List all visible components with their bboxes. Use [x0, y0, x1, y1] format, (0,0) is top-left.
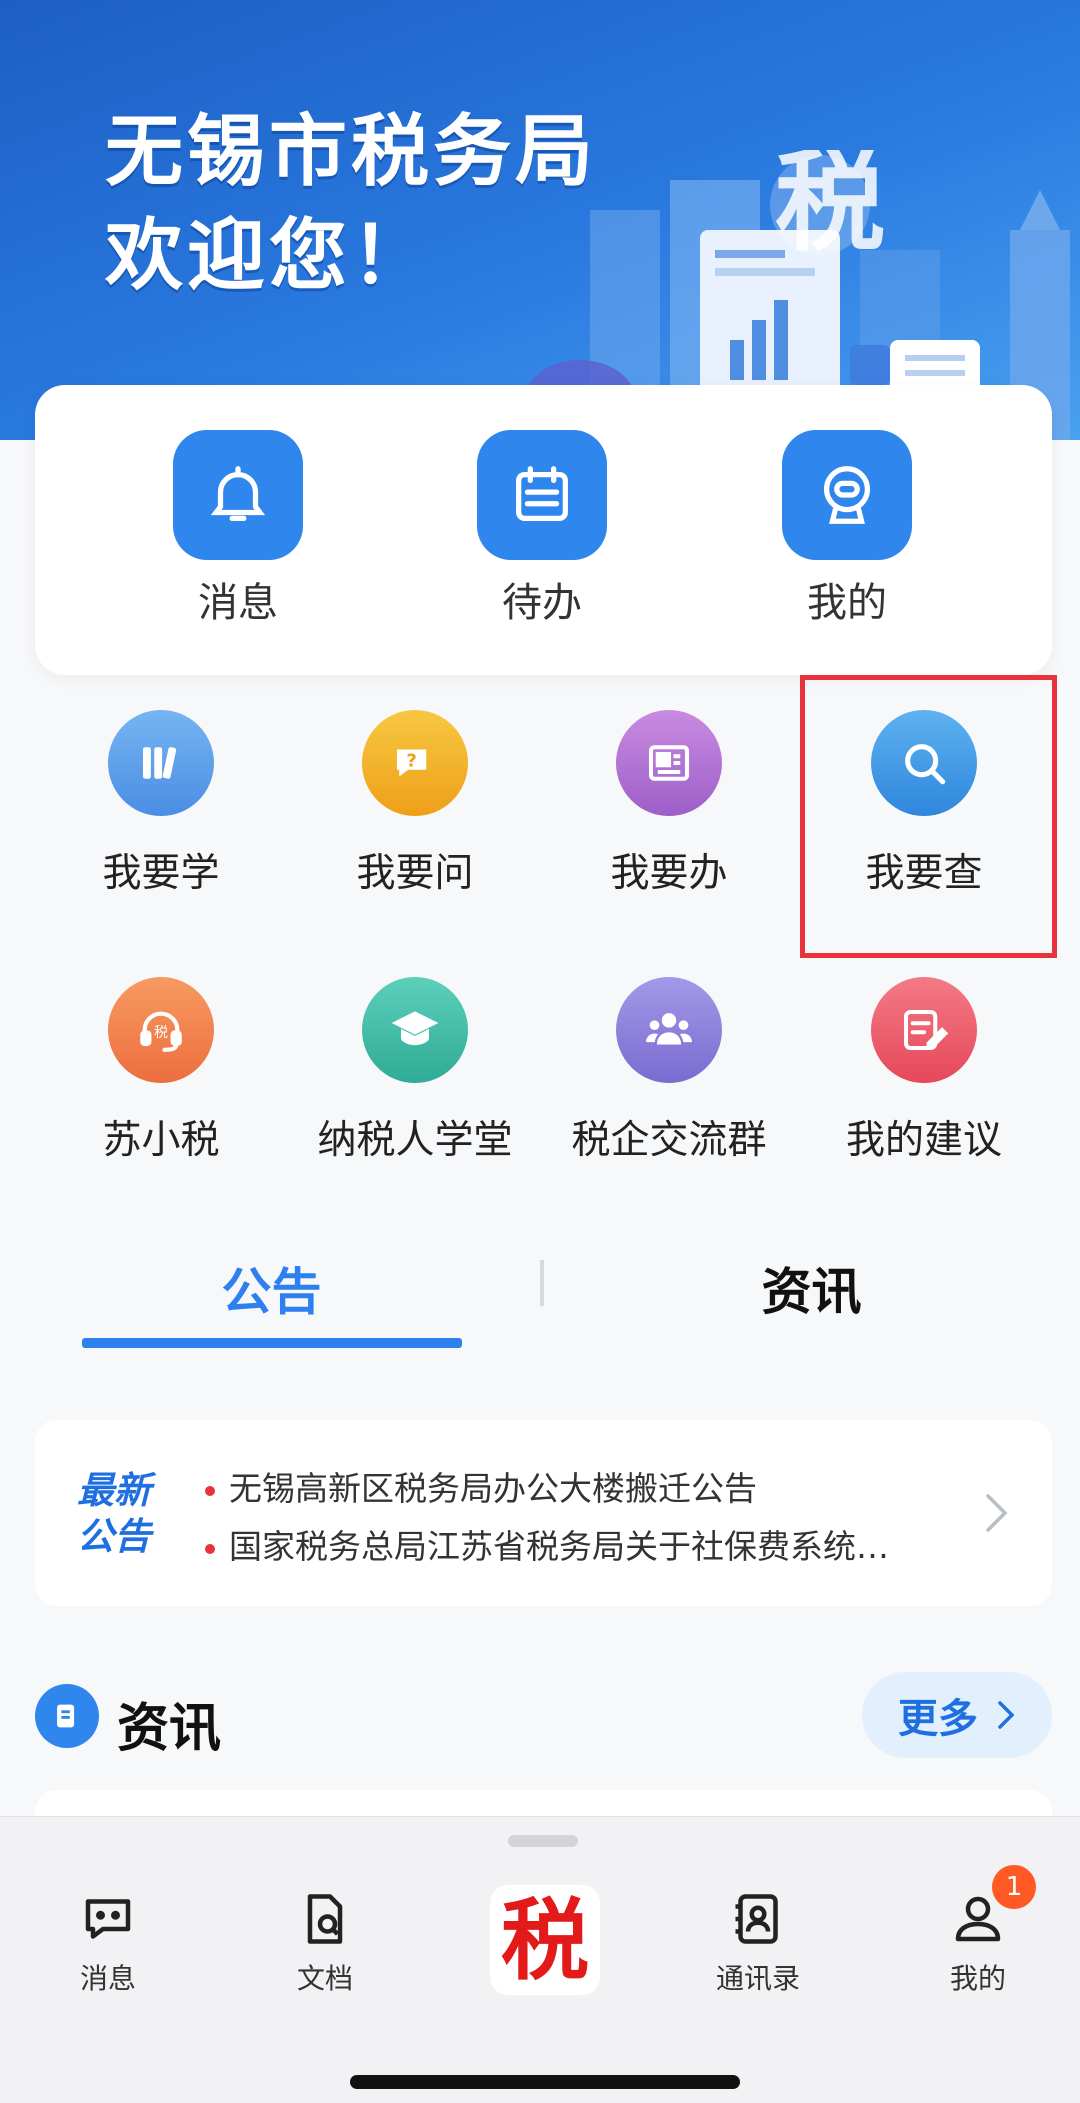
grid-exchange-group[interactable]: 税企交流群	[542, 977, 796, 1165]
notice-item[interactable]: 国家税务总局江苏省税务局关于社保费系统…	[205, 1520, 965, 1568]
notice-badge-line1: 最新	[77, 1469, 151, 1512]
tax-logo-home-button[interactable]: 税	[490, 1885, 600, 1995]
grid-label: 苏小税	[102, 1118, 220, 1163]
books-icon	[108, 710, 214, 816]
grid-label: 我的建议	[845, 1118, 1002, 1163]
more-button-label: 更多	[898, 1696, 978, 1742]
graduation-cap-icon	[362, 977, 468, 1083]
highlight-box	[800, 675, 1057, 958]
shortcut-todo[interactable]: 待办	[442, 430, 642, 628]
group-icon	[616, 977, 722, 1083]
chevron-right-icon	[986, 1494, 1008, 1532]
bell-icon	[173, 430, 303, 560]
grid-label: 纳税人学堂	[317, 1118, 513, 1163]
grid-label: 我要问	[356, 851, 474, 896]
bullet-dot	[205, 1543, 215, 1554]
grid-label: 我要办	[610, 851, 728, 896]
tab-announcements[interactable]: 公告	[0, 1252, 543, 1324]
content-tabs: 公告 资讯	[0, 1240, 1080, 1350]
news-section-header: 资讯 更多	[35, 1672, 1052, 1762]
more-button[interactable]: 更多	[862, 1672, 1052, 1758]
chevron-right-icon	[998, 1701, 1015, 1729]
bottom-tab-bar: 消息 文档 税 通讯录 1 我的	[0, 1816, 1080, 2103]
calendar-icon	[477, 430, 607, 560]
edit-note-icon	[871, 977, 977, 1083]
notice-badge-line2: 公告	[77, 1515, 151, 1558]
tab-news[interactable]: 资讯	[543, 1252, 1080, 1324]
tax-logo-glyph: 税	[500, 1888, 589, 1992]
home-indicator[interactable]	[350, 2075, 740, 2089]
news-icon	[35, 1684, 99, 1748]
grid-taxpayer-school[interactable]: 纳税人学堂	[288, 977, 542, 1165]
grid-label: 税企交流群	[571, 1118, 767, 1163]
grid-su-xiaoshui[interactable]: 税 苏小税	[34, 977, 288, 1165]
shortcut-label: 待办	[502, 580, 582, 626]
question-chat-icon: ?	[362, 710, 468, 816]
active-tab-indicator	[82, 1338, 462, 1348]
notice-item-text: 国家税务总局江苏省税务局关于社保费系统…	[229, 1527, 889, 1566]
welcome-banner: 无锡市税务局 欢迎您！ 税	[0, 0, 1080, 440]
headset-icon: 税	[108, 977, 214, 1083]
shortcut-label: 消息	[198, 580, 278, 626]
nav-documents[interactable]: 文档	[245, 1889, 405, 1997]
nav-label: 消息	[79, 1962, 136, 1995]
app-screen: 无锡市税务局 欢迎您！ 税 消息 待办 我的 我要学 ? 我要问 我要办 我要查…	[0, 0, 1080, 2103]
nav-messages[interactable]: 消息	[28, 1889, 188, 1997]
notice-item[interactable]: 无锡高新区税务局办公大楼搬迁公告	[205, 1462, 965, 1510]
chat-icon	[85, 1899, 131, 1939]
contacts-icon	[735, 1894, 778, 1944]
svg-text:税: 税	[775, 150, 885, 266]
nav-label: 文档	[296, 1962, 353, 1995]
shortcut-messages[interactable]: 消息	[138, 430, 338, 628]
nav-label: 我的	[949, 1962, 1006, 1995]
grid-suggestions[interactable]: 我的建议	[797, 977, 1051, 1165]
nav-mine[interactable]: 1 我的	[898, 1865, 1058, 1997]
svg-text:税: 税	[154, 1025, 168, 1041]
shortcut-mine[interactable]: 我的	[747, 430, 947, 628]
robot-icon	[782, 430, 912, 560]
latest-notice-card[interactable]: 最新 公告 无锡高新区税务局办公大楼搬迁公告 国家税务总局江苏省税务局关于社保费…	[35, 1420, 1052, 1606]
grid-label: 我要学	[102, 851, 220, 896]
notification-badge: 1	[992, 1865, 1036, 1909]
bullet-dot	[205, 1485, 215, 1496]
svg-text:?: ?	[406, 750, 416, 771]
latest-notice-badge: 最新 公告	[77, 1468, 151, 1560]
quick-access-card: 消息 待办 我的	[35, 385, 1052, 675]
notice-item-text: 无锡高新区税务局办公大楼搬迁公告	[229, 1469, 757, 1508]
newspaper-icon	[616, 710, 722, 816]
nav-label: 通讯录	[715, 1962, 800, 1995]
grid-ask[interactable]: ? 我要问	[288, 710, 542, 898]
nav-contacts[interactable]: 通讯录	[678, 1889, 838, 1997]
document-icon	[307, 1894, 343, 1944]
news-section-title: 资讯	[117, 1699, 222, 1759]
grid-learn[interactable]: 我要学	[34, 710, 288, 898]
grid-handle[interactable]: 我要办	[542, 710, 796, 898]
shortcut-label: 我的	[807, 580, 887, 626]
drag-handle[interactable]	[508, 1835, 578, 1847]
